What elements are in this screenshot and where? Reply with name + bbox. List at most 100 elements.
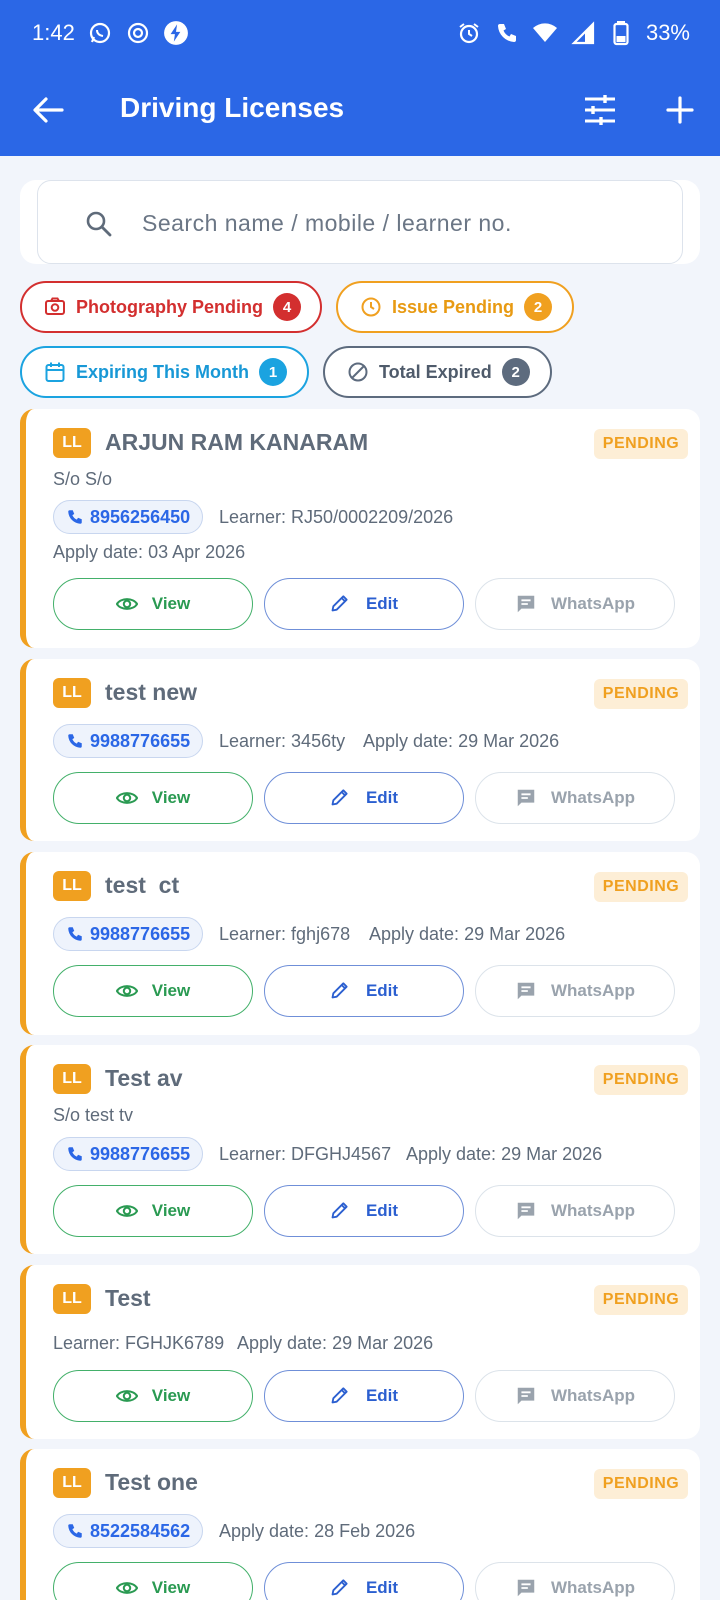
whatsapp-button[interactable]: WhatsApp xyxy=(475,1562,675,1600)
eye-icon xyxy=(115,1200,138,1222)
applicant-name: Test xyxy=(105,1285,151,1311)
apply-date: Apply date: 29 Mar 2026 xyxy=(369,924,566,944)
applicant-name: test ct xyxy=(105,872,180,898)
filter-total-expired[interactable]: Total Expired 2 xyxy=(323,346,552,398)
view-label: View xyxy=(151,1578,191,1597)
app-bar: Driving Licenses xyxy=(0,78,720,142)
calendar-icon xyxy=(44,361,66,383)
phone-chip[interactable]: 9988776655 xyxy=(53,1137,204,1171)
message-icon xyxy=(515,787,537,809)
filter-issue-pending[interactable]: Issue Pending 2 xyxy=(336,281,574,333)
status-time: 1:42 xyxy=(32,20,75,45)
plus-icon[interactable] xyxy=(660,90,700,130)
view-button[interactable]: View xyxy=(53,772,253,824)
license-type-badge: LL xyxy=(53,1064,91,1094)
whatsapp-label: WhatsApp xyxy=(550,981,636,1000)
applicant-name: Test one xyxy=(105,1469,198,1495)
edit-label: Edit xyxy=(365,594,399,613)
license-card[interactable]: LL test new PENDING 9988776655 Learner: … xyxy=(20,659,700,841)
whatsapp-button[interactable]: WhatsApp xyxy=(475,1370,675,1422)
view-label: View xyxy=(151,788,191,807)
whatsapp-button[interactable]: WhatsApp xyxy=(475,1185,675,1237)
edit-button[interactable]: Edit xyxy=(264,772,464,824)
pencil-icon xyxy=(330,980,352,1002)
status-badge: PENDING xyxy=(594,872,688,902)
whatsapp-label: WhatsApp xyxy=(550,1201,636,1220)
filter-expiring-this-month[interactable]: Expiring This Month 1 xyxy=(20,346,309,398)
whatsapp-label: WhatsApp xyxy=(550,788,636,807)
whatsapp-button[interactable]: WhatsApp xyxy=(475,965,675,1017)
pencil-icon xyxy=(330,1577,352,1599)
view-label: View xyxy=(151,981,191,1000)
status-badge: PENDING xyxy=(594,429,688,459)
pencil-icon xyxy=(330,787,352,809)
applicant-name: Test av xyxy=(105,1065,183,1091)
whatsapp-icon xyxy=(87,20,113,46)
eye-icon xyxy=(115,593,138,615)
phone-icon xyxy=(66,508,84,526)
status-badge: PENDING xyxy=(594,1065,688,1095)
edit-button[interactable]: Edit xyxy=(264,1562,464,1600)
camera-icon xyxy=(44,296,66,318)
license-card[interactable]: LL Test av PENDING S/o test tv 998877665… xyxy=(20,1045,700,1254)
search-icon xyxy=(84,209,114,239)
license-type-badge: LL xyxy=(53,1468,91,1498)
phone-number: 8522584562 xyxy=(90,1520,191,1541)
filter-label: Total Expired xyxy=(379,361,492,382)
applicant-name: test new xyxy=(105,679,198,705)
apply-date: Apply date: 29 Mar 2026 xyxy=(237,1333,434,1353)
view-button[interactable]: View xyxy=(53,1562,253,1600)
search-container xyxy=(20,180,700,264)
phone-chip[interactable]: 8956256450 xyxy=(53,500,204,534)
phone-chip[interactable]: 9988776655 xyxy=(53,724,204,758)
license-card[interactable]: LL Test PENDING Learner: FGHJK6789 Apply… xyxy=(20,1265,700,1439)
relation-text: S/o S/o xyxy=(53,469,113,489)
filter-photography-pending[interactable]: Photography Pending 4 xyxy=(20,281,322,333)
search-input[interactable] xyxy=(142,201,682,245)
edit-button[interactable]: Edit xyxy=(264,1370,464,1422)
status-bar: 1:42 33% xyxy=(0,0,720,66)
license-card[interactable]: LL ARJUN RAM KANARAM PENDING S/o S/o 895… xyxy=(20,409,700,648)
filter-count-badge: 1 xyxy=(259,358,287,386)
page-title: Driving Licenses xyxy=(120,92,345,123)
license-card[interactable]: LL Test one PENDING 8522584562 Apply dat… xyxy=(20,1449,700,1600)
filter-label: Photography Pending xyxy=(76,296,263,317)
edit-label: Edit xyxy=(365,1386,399,1405)
back-arrow-icon[interactable] xyxy=(28,92,68,128)
battery-icon xyxy=(608,20,634,46)
phone-number: 8956256450 xyxy=(90,506,191,527)
phone-number: 9988776655 xyxy=(90,1143,191,1164)
edit-button[interactable]: Edit xyxy=(264,578,464,630)
wifi-icon xyxy=(532,20,558,46)
phone-chip[interactable]: 9988776655 xyxy=(53,917,204,951)
license-card[interactable]: LL test ct PENDING 9988776655 Learner: f… xyxy=(20,852,700,1035)
edit-button[interactable]: Edit xyxy=(264,1185,464,1237)
whatsapp-button[interactable]: WhatsApp xyxy=(475,578,675,630)
phone-icon xyxy=(66,732,84,750)
phone-number: 9988776655 xyxy=(90,730,191,751)
view-button[interactable]: View xyxy=(53,965,253,1017)
phone-icon xyxy=(66,925,84,943)
applicant-name: ARJUN RAM KANARAM xyxy=(105,429,369,455)
view-button[interactable]: View xyxy=(53,1370,253,1422)
edit-label: Edit xyxy=(365,981,399,1000)
edit-button[interactable]: Edit xyxy=(264,965,464,1017)
view-button[interactable]: View xyxy=(53,1185,253,1237)
phone-chip[interactable]: 8522584562 xyxy=(53,1514,204,1548)
filter-label: Expiring This Month xyxy=(76,361,249,382)
message-icon xyxy=(515,1577,537,1599)
wifi-call-icon xyxy=(494,20,520,46)
signal-icon xyxy=(570,20,596,46)
apply-date: Apply date: 29 Mar 2026 xyxy=(363,731,560,751)
search-box[interactable] xyxy=(37,180,683,264)
message-icon xyxy=(515,1385,537,1407)
license-type-badge: LL xyxy=(53,678,91,708)
apply-date: Apply date: 29 Mar 2026 xyxy=(406,1144,603,1164)
view-button[interactable]: View xyxy=(53,578,253,630)
apply-date: Apply date: 28 Feb 2026 xyxy=(219,1521,416,1541)
apply-date: Apply date: 03 Apr 2026 xyxy=(53,542,246,562)
tune-icon[interactable] xyxy=(580,90,620,130)
whatsapp-button[interactable]: WhatsApp xyxy=(475,772,675,824)
filter-count-badge: 4 xyxy=(273,293,301,321)
license-type-badge: LL xyxy=(53,1284,91,1314)
